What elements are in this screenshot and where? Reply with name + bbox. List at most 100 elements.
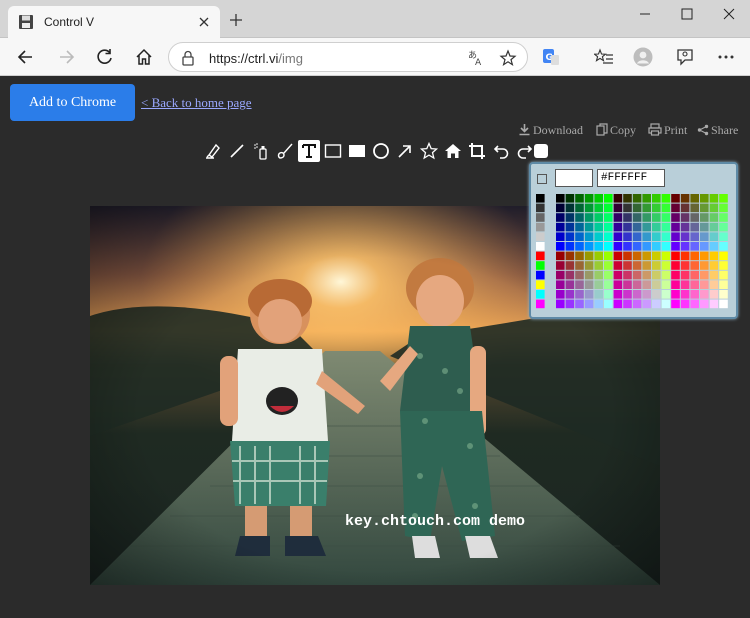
close-tab-icon[interactable] bbox=[196, 14, 212, 30]
palette-color-cell[interactable] bbox=[604, 203, 613, 213]
palette-color-cell[interactable] bbox=[604, 213, 613, 222]
highlighter-icon[interactable] bbox=[202, 140, 224, 162]
palette-color-cell[interactable] bbox=[536, 232, 545, 241]
palette-color-cell[interactable] bbox=[556, 232, 565, 241]
palette-color-cell[interactable] bbox=[671, 280, 680, 289]
palette-color-cell[interactable] bbox=[700, 290, 709, 299]
palette-color-cell[interactable] bbox=[594, 299, 603, 309]
rectangle-filled-icon[interactable] bbox=[346, 140, 368, 162]
palette-color-cell[interactable] bbox=[613, 270, 623, 280]
palette-color-cell[interactable] bbox=[556, 242, 565, 251]
palette-color-cell[interactable] bbox=[584, 251, 594, 261]
palette-color-cell[interactable] bbox=[565, 213, 575, 222]
palette-color-cell[interactable] bbox=[536, 261, 545, 270]
palette-color-cell[interactable] bbox=[604, 280, 613, 289]
palette-color-cell[interactable] bbox=[719, 194, 728, 203]
palette-color-cell[interactable] bbox=[709, 261, 719, 270]
palette-color-cell[interactable] bbox=[719, 261, 728, 270]
palette-color-cell[interactable] bbox=[556, 280, 565, 289]
palette-color-cell[interactable] bbox=[556, 299, 565, 309]
palette-color-cell[interactable] bbox=[613, 280, 623, 289]
palette-color-cell[interactable] bbox=[709, 290, 719, 299]
palette-color-cell[interactable] bbox=[604, 290, 613, 299]
extension-translate-icon[interactable]: G bbox=[541, 47, 561, 67]
palette-color-cell[interactable] bbox=[556, 203, 565, 213]
palette-color-cell[interactable] bbox=[565, 222, 575, 232]
palette-color-cell[interactable] bbox=[613, 213, 623, 222]
palette-color-cell[interactable] bbox=[642, 194, 651, 203]
refresh-icon[interactable] bbox=[95, 47, 115, 67]
undo-icon[interactable] bbox=[490, 140, 512, 162]
palette-color-cell[interactable] bbox=[680, 213, 690, 222]
palette-color-cell[interactable] bbox=[575, 270, 584, 280]
palette-color-cell[interactable] bbox=[671, 222, 680, 232]
text-icon[interactable] bbox=[298, 140, 320, 162]
palette-color-cell[interactable] bbox=[604, 222, 613, 232]
palette-color-cell[interactable] bbox=[680, 299, 690, 309]
palette-color-cell[interactable] bbox=[604, 194, 613, 203]
palette-color-cell[interactable] bbox=[661, 203, 671, 213]
palette-color-cell[interactable] bbox=[652, 222, 661, 232]
palette-color-cell[interactable] bbox=[671, 270, 680, 280]
palette-color-cell[interactable] bbox=[700, 251, 709, 261]
palette-color-cell[interactable] bbox=[594, 280, 603, 289]
palette-color-cell[interactable] bbox=[536, 203, 545, 213]
palette-color-cell[interactable] bbox=[671, 290, 680, 299]
palette-color-cell[interactable] bbox=[632, 270, 642, 280]
color-swatch-icon[interactable] bbox=[530, 140, 552, 162]
palette-color-cell[interactable] bbox=[661, 194, 671, 203]
palette-color-cell[interactable] bbox=[632, 290, 642, 299]
palette-color-cell[interactable] bbox=[709, 213, 719, 222]
palette-color-cell[interactable] bbox=[709, 232, 719, 241]
palette-color-cell[interactable] bbox=[594, 290, 603, 299]
palette-color-cell[interactable] bbox=[671, 251, 680, 261]
palette-color-cell[interactable] bbox=[594, 261, 603, 270]
palette-color-cell[interactable] bbox=[632, 280, 642, 289]
favorite-star-icon[interactable] bbox=[499, 49, 517, 67]
color-palette-grid[interactable] bbox=[535, 193, 735, 313]
palette-color-cell[interactable] bbox=[719, 222, 728, 232]
palette-color-cell[interactable] bbox=[709, 222, 719, 232]
maximize-icon[interactable] bbox=[672, 4, 702, 24]
palette-color-cell[interactable] bbox=[536, 194, 545, 203]
palette-color-cell[interactable] bbox=[671, 213, 680, 222]
palette-color-cell[interactable] bbox=[642, 232, 651, 241]
palette-color-cell[interactable] bbox=[652, 290, 661, 299]
palette-color-cell[interactable] bbox=[700, 213, 709, 222]
palette-color-cell[interactable] bbox=[690, 251, 699, 261]
palette-color-cell[interactable] bbox=[671, 261, 680, 270]
palette-color-cell[interactable] bbox=[671, 242, 680, 251]
current-color-swatch[interactable] bbox=[537, 174, 547, 184]
print-action[interactable]: Print bbox=[648, 123, 687, 138]
palette-color-cell[interactable] bbox=[671, 232, 680, 241]
palette-color-cell[interactable] bbox=[700, 261, 709, 270]
palette-color-cell[interactable] bbox=[652, 280, 661, 289]
palette-color-cell[interactable] bbox=[584, 280, 594, 289]
palette-color-cell[interactable] bbox=[575, 251, 584, 261]
palette-color-cell[interactable] bbox=[661, 299, 671, 309]
palette-color-cell[interactable] bbox=[623, 232, 632, 241]
palette-color-cell[interactable] bbox=[584, 203, 594, 213]
palette-color-cell[interactable] bbox=[565, 270, 575, 280]
palette-color-cell[interactable] bbox=[556, 251, 565, 261]
palette-color-cell[interactable] bbox=[719, 290, 728, 299]
watermark-text[interactable]: key.chtouch.com demo bbox=[345, 513, 525, 530]
palette-color-cell[interactable] bbox=[623, 290, 632, 299]
browser-tab[interactable]: Control V bbox=[8, 6, 220, 38]
hex-color-input[interactable] bbox=[597, 169, 665, 187]
palette-color-cell[interactable] bbox=[690, 194, 699, 203]
palette-color-cell[interactable] bbox=[690, 299, 699, 309]
palette-color-cell[interactable] bbox=[642, 290, 651, 299]
palette-color-cell[interactable] bbox=[556, 213, 565, 222]
palette-color-cell[interactable] bbox=[652, 203, 661, 213]
palette-color-cell[interactable] bbox=[536, 270, 545, 280]
spray-icon[interactable] bbox=[250, 140, 272, 162]
star-icon[interactable] bbox=[418, 140, 440, 162]
palette-color-cell[interactable] bbox=[680, 251, 690, 261]
home-nav-icon[interactable] bbox=[134, 47, 154, 67]
palette-color-cell[interactable] bbox=[700, 280, 709, 289]
palette-color-cell[interactable] bbox=[536, 290, 545, 299]
palette-color-cell[interactable] bbox=[642, 213, 651, 222]
palette-color-cell[interactable] bbox=[594, 222, 603, 232]
palette-color-cell[interactable] bbox=[632, 203, 642, 213]
